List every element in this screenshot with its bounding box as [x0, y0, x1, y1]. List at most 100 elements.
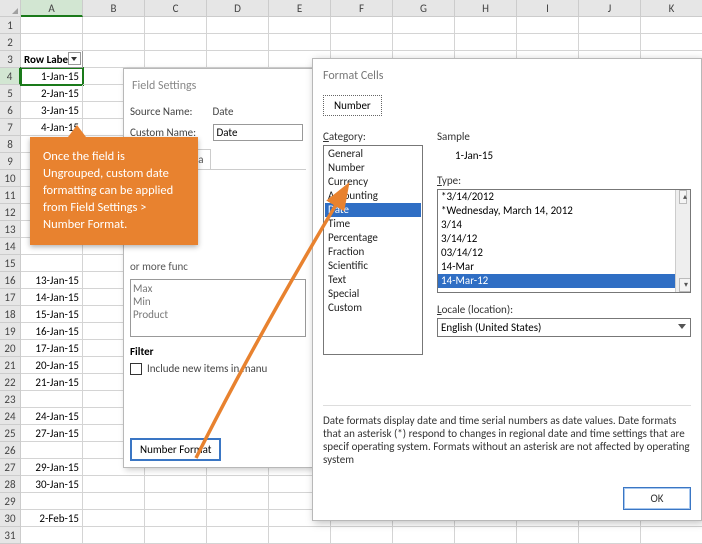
col-header[interactable]: C — [145, 0, 207, 17]
cell[interactable] — [83, 493, 145, 510]
row-header[interactable]: 7 — [0, 119, 21, 136]
cell[interactable] — [207, 476, 269, 493]
cell[interactable] — [145, 510, 207, 527]
cell[interactable] — [393, 34, 455, 51]
scroll-up-icon[interactable]: ▴ — [679, 190, 687, 204]
cell[interactable]: 30-Jan-15 — [21, 476, 83, 493]
cell[interactable] — [269, 34, 331, 51]
cell[interactable] — [207, 17, 269, 34]
col-header[interactable]: E — [269, 0, 331, 17]
row-header[interactable]: 30 — [0, 510, 21, 527]
cell[interactable] — [517, 34, 579, 51]
row-header[interactable]: 26 — [0, 442, 21, 459]
row-header[interactable]: 14 — [0, 238, 21, 255]
row-header[interactable]: 21 — [0, 357, 21, 374]
row-header[interactable]: 19 — [0, 323, 21, 340]
col-header[interactable]: J — [579, 0, 641, 17]
cell[interactable] — [83, 17, 145, 34]
cell[interactable] — [393, 527, 455, 544]
row-header[interactable]: 15 — [0, 255, 21, 272]
row-header[interactable]: 16 — [0, 272, 21, 289]
list-item[interactable]: Product — [133, 308, 303, 321]
cell[interactable] — [21, 17, 83, 34]
cell[interactable]: 17-Jan-15 — [21, 340, 83, 357]
row-header[interactable]: 11 — [0, 187, 21, 204]
category-list[interactable]: GeneralNumberCurrencyAccountingDateTimeP… — [323, 145, 423, 355]
select-all-corner[interactable] — [0, 0, 21, 17]
cell[interactable] — [145, 34, 207, 51]
cell[interactable] — [579, 17, 641, 34]
type-item[interactable]: *3/14/2012 — [438, 190, 690, 204]
cell[interactable] — [145, 51, 207, 68]
cell[interactable] — [207, 510, 269, 527]
cell[interactable] — [393, 17, 455, 34]
ok-button[interactable]: OK — [623, 487, 691, 510]
col-header[interactable]: K — [641, 0, 702, 17]
cell[interactable] — [207, 34, 269, 51]
cell[interactable] — [331, 34, 393, 51]
row-header[interactable]: 4 — [0, 68, 21, 85]
include-new-items-checkbox[interactable]: Include new items in manu — [130, 362, 306, 375]
function-list[interactable]: Max Min Product — [130, 279, 306, 337]
cell[interactable] — [21, 442, 83, 459]
cell[interactable] — [21, 493, 83, 510]
type-list[interactable]: *3/14/2012*Wednesday, March 14, 20123/14… — [437, 189, 691, 293]
row-header[interactable]: 24 — [0, 408, 21, 425]
row-header[interactable]: 22 — [0, 374, 21, 391]
category-item[interactable]: Text — [325, 273, 421, 287]
cell[interactable] — [641, 527, 702, 544]
locale-select[interactable]: English (United States) — [437, 318, 691, 337]
category-item[interactable]: Custom — [325, 301, 421, 315]
cell[interactable] — [517, 527, 579, 544]
cell[interactable] — [145, 17, 207, 34]
list-item[interactable]: Min — [133, 295, 303, 308]
cell[interactable] — [207, 527, 269, 544]
cell[interactable] — [331, 17, 393, 34]
col-header[interactable]: G — [393, 0, 455, 17]
category-item[interactable]: Fraction — [325, 245, 421, 259]
category-item[interactable]: Number — [325, 161, 421, 175]
cell[interactable]: 14-Jan-15 — [21, 289, 83, 306]
category-item[interactable]: Accounting — [325, 189, 421, 203]
row-header[interactable]: 18 — [0, 306, 21, 323]
cell[interactable]: 27-Jan-15 — [21, 425, 83, 442]
type-item[interactable]: *Wednesday, March 14, 2012 — [438, 204, 690, 218]
col-header[interactable]: B — [83, 0, 145, 17]
category-item[interactable]: Special — [325, 287, 421, 301]
category-item[interactable]: General — [325, 147, 421, 161]
cell[interactable] — [145, 476, 207, 493]
row-header[interactable]: 12 — [0, 204, 21, 221]
cell[interactable] — [455, 527, 517, 544]
cell[interactable] — [641, 17, 702, 34]
cell[interactable] — [579, 527, 641, 544]
cell[interactable] — [579, 34, 641, 51]
cell[interactable] — [145, 527, 207, 544]
row-header[interactable]: 9 — [0, 153, 21, 170]
cell[interactable] — [83, 476, 145, 493]
cell[interactable]: 21-Jan-15 — [21, 374, 83, 391]
cell[interactable]: 3-Jan-15 — [21, 102, 83, 119]
type-item[interactable]: 14-Mar — [438, 260, 690, 274]
type-item[interactable]: 14-Mar-12 — [438, 274, 690, 288]
category-item[interactable]: Date — [325, 203, 421, 217]
cell[interactable] — [83, 51, 145, 68]
type-item[interactable]: 3/14 — [438, 218, 690, 232]
cell[interactable]: 2-Feb-15 — [21, 510, 83, 527]
cell[interactable] — [269, 17, 331, 34]
cell[interactable]: 20-Jan-15 — [21, 357, 83, 374]
tab-number[interactable]: Number — [323, 95, 382, 116]
category-item[interactable]: Currency — [325, 175, 421, 189]
row-header[interactable]: 8 — [0, 136, 21, 153]
row-header[interactable]: 10 — [0, 170, 21, 187]
row-header[interactable]: 29 — [0, 493, 21, 510]
cell[interactable] — [517, 17, 579, 34]
cell[interactable] — [207, 493, 269, 510]
cell[interactable] — [641, 34, 702, 51]
cell[interactable] — [207, 51, 269, 68]
row-header[interactable]: 31 — [0, 527, 21, 544]
category-item[interactable]: Time — [325, 217, 421, 231]
cell[interactable]: 29-Jan-15 — [21, 459, 83, 476]
row-header[interactable]: 17 — [0, 289, 21, 306]
row-header[interactable]: 27 — [0, 459, 21, 476]
dropdown-icon[interactable] — [68, 52, 81, 65]
